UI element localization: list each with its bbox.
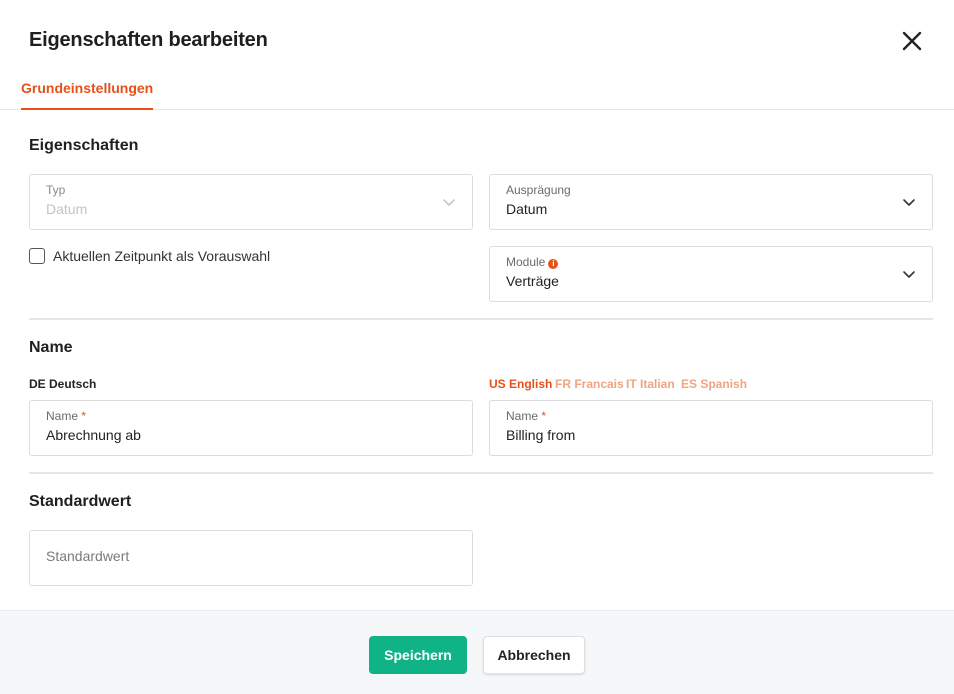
chevron-down-icon: [442, 197, 456, 207]
required-mark: *: [541, 409, 547, 423]
type-label: Typ: [46, 183, 66, 197]
section-title-name: Name: [29, 339, 73, 356]
variant-value: Datum: [506, 201, 548, 217]
dialog-title: Eigenschaften bearbeiten: [29, 29, 268, 51]
preselect-current-time-checkbox[interactable]: [29, 248, 45, 264]
required-mark: *: [81, 409, 87, 423]
primary-language-label: DE Deutsch: [29, 377, 97, 391]
modules-select[interactable]: Module i Verträge: [489, 246, 933, 302]
tab-grundeinstellungen[interactable]: Grundeinstellungen: [21, 72, 154, 110]
name-translated-value: Billing from: [506, 427, 576, 443]
name-translated-field[interactable]: Name * Billing from: [489, 400, 933, 456]
close-button[interactable]: [898, 27, 926, 55]
name-de-value: Abrechnung ab: [46, 427, 141, 443]
name-de-field[interactable]: Name * Abrechnung ab: [29, 400, 473, 456]
chevron-down-icon: [902, 269, 916, 279]
section-title-default-value: Standardwert: [29, 493, 132, 510]
lang-tab-us-english[interactable]: US English: [489, 377, 552, 391]
variant-label: Ausprägung: [506, 183, 571, 197]
save-button[interactable]: Speichern: [369, 636, 467, 674]
modules-label: Module i: [506, 255, 559, 269]
close-icon: [902, 31, 922, 51]
name-translated-label: Name *: [506, 409, 546, 423]
type-select: Typ Datum: [29, 174, 473, 230]
lang-tab-es-spanish[interactable]: ES Spanish: [681, 377, 747, 391]
section-divider: [29, 318, 933, 320]
default-value-input[interactable]: [46, 548, 446, 564]
tab-bar: Grundeinstellungen: [0, 72, 954, 110]
name-translated-label-text: Name: [506, 409, 539, 423]
modules-value: Verträge: [506, 273, 559, 289]
section-title-properties: Eigenschaften: [29, 137, 139, 154]
lang-tab-it-italian[interactable]: IT Italian: [626, 377, 675, 391]
info-icon[interactable]: i: [548, 259, 559, 269]
cancel-button[interactable]: Abbrechen: [483, 636, 585, 674]
lang-tab-fr-francais[interactable]: FR Francais: [555, 377, 624, 391]
section-divider: [29, 472, 933, 474]
modules-label-text: Module: [506, 255, 546, 269]
name-de-label-text: Name: [46, 409, 79, 423]
preselect-current-time-label[interactable]: Aktuellen Zeitpunkt als Vorauswahl: [53, 248, 270, 264]
dialog-header: Eigenschaften bearbeiten: [0, 0, 954, 72]
type-value: Datum: [46, 201, 88, 217]
chevron-down-icon: [902, 197, 916, 207]
dialog-footer: Speichern Abbrechen: [0, 610, 954, 694]
name-de-label: Name *: [46, 409, 86, 423]
variant-select[interactable]: Ausprägung Datum: [489, 174, 933, 230]
default-value-field[interactable]: [29, 530, 473, 586]
edit-properties-dialog: Eigenschaften bearbeiten Grundeinstellun…: [0, 0, 954, 694]
